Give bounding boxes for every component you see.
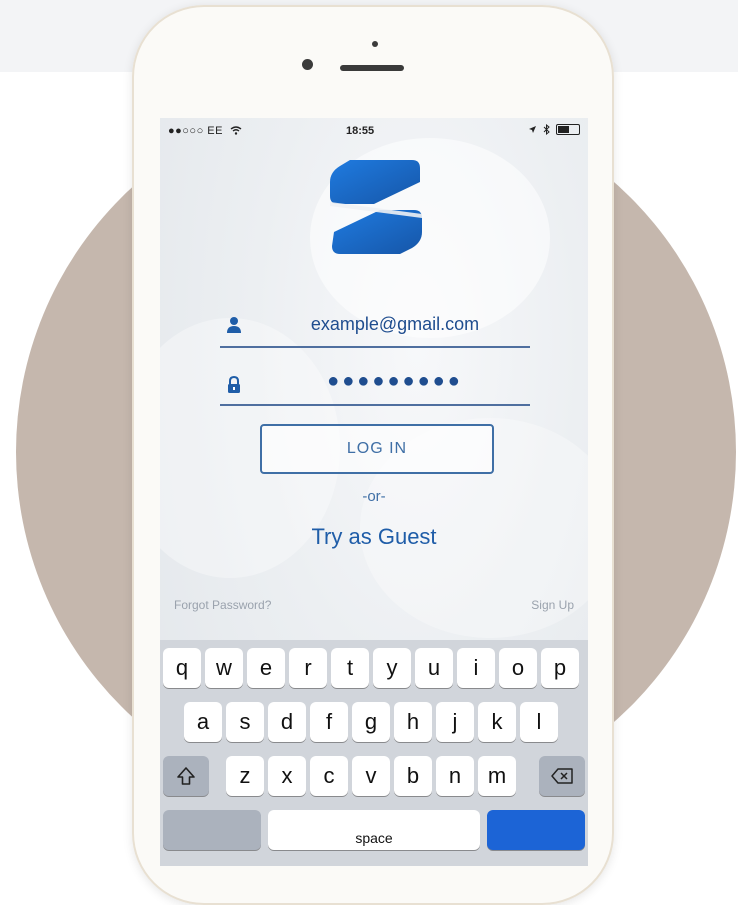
forgot-password-link[interactable]: Forgot Password? xyxy=(174,598,271,612)
location-arrow-icon xyxy=(529,126,536,133)
shift-icon xyxy=(177,767,195,785)
key-u[interactable]: u xyxy=(415,648,453,688)
key-f[interactable]: f xyxy=(310,702,348,742)
login-button[interactable]: LOG IN xyxy=(260,424,494,474)
shift-key[interactable] xyxy=(163,756,209,796)
numbers-key[interactable] xyxy=(163,810,261,850)
backspace-icon xyxy=(551,768,573,784)
key-o[interactable]: o xyxy=(499,648,537,688)
user-icon xyxy=(227,317,241,333)
go-key[interactable] xyxy=(487,810,585,850)
battery-icon xyxy=(556,124,580,135)
key-n[interactable]: n xyxy=(436,756,474,796)
backspace-key[interactable] xyxy=(539,756,585,796)
key-b[interactable]: b xyxy=(394,756,432,796)
key-l[interactable]: l xyxy=(520,702,558,742)
password-value: ●●●●●●●●● xyxy=(327,370,463,392)
key-p[interactable]: p xyxy=(541,648,579,688)
key-t[interactable]: t xyxy=(331,648,369,688)
carrier-label: ●●○○○ EE xyxy=(168,125,223,137)
key-j[interactable]: j xyxy=(436,702,474,742)
key-w[interactable]: w xyxy=(205,648,243,688)
status-indicators xyxy=(528,124,580,135)
email-field[interactable]: example@gmail.com xyxy=(220,304,530,348)
key-r[interactable]: r xyxy=(289,648,327,688)
phone-screen: ●●○○○ EE 18:55 e x a m ple@gmail.com ●●●●●●●… xyxy=(160,118,588,866)
wifi-icon xyxy=(230,126,241,135)
key-e[interactable]: e xyxy=(247,648,285,688)
key-m[interactable]: m xyxy=(478,756,516,796)
key-z[interactable]: z xyxy=(226,756,264,796)
app-logo xyxy=(330,160,422,254)
phone-speaker xyxy=(340,65,404,71)
lock-icon xyxy=(228,376,240,393)
try-as-guest-link[interactable]: Try as Guest xyxy=(160,524,588,550)
space-key[interactable]: space xyxy=(268,810,480,850)
status-bar: ●●○○○ EE 18:55 xyxy=(160,118,588,146)
key-a[interactable]: a xyxy=(184,702,222,742)
key-y[interactable]: y xyxy=(373,648,411,688)
password-field[interactable]: ●●●●●●●●● xyxy=(220,364,530,406)
key-k[interactable]: k xyxy=(478,702,516,742)
key-d[interactable]: d xyxy=(268,702,306,742)
phone-sensor xyxy=(372,41,378,47)
key-s[interactable]: s xyxy=(226,702,264,742)
key-x[interactable]: x xyxy=(268,756,306,796)
key-q[interactable]: q xyxy=(163,648,201,688)
sign-up-link[interactable]: Sign Up xyxy=(531,598,574,612)
status-time: 18:55 xyxy=(346,125,375,137)
or-divider-text: -or- xyxy=(362,488,386,505)
key-i[interactable]: i xyxy=(457,648,495,688)
key-g[interactable]: g xyxy=(352,702,390,742)
email-value: example@gmail.com xyxy=(310,314,480,334)
key-c[interactable]: c xyxy=(310,756,348,796)
key-v[interactable]: v xyxy=(352,756,390,796)
onscreen-keyboard: q w e r t y u i o p a s d f g h j k l z … xyxy=(160,640,588,866)
carrier-signal: ●●○○○ EE xyxy=(168,125,242,137)
bluetooth-icon xyxy=(543,124,550,135)
key-h[interactable]: h xyxy=(394,702,432,742)
phone-camera xyxy=(302,59,313,70)
